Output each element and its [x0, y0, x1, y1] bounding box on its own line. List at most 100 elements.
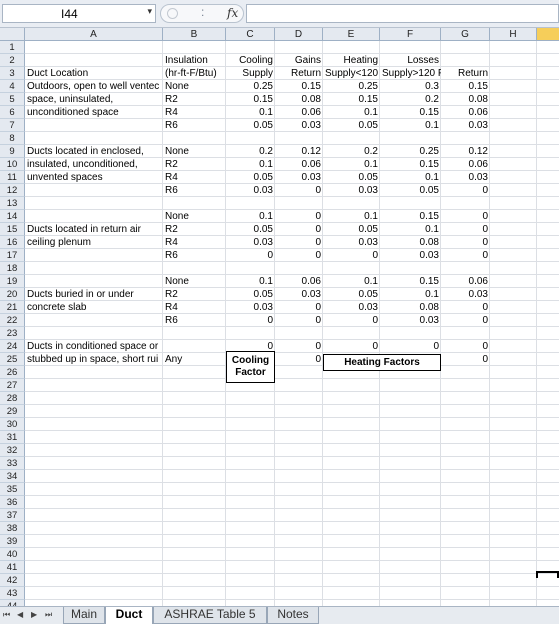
row-header-20[interactable]: 20: [0, 288, 25, 301]
row-header-25[interactable]: 25: [0, 353, 25, 366]
cell-g15[interactable]: 0: [441, 223, 490, 236]
cell-a15[interactable]: Ducts located in return air: [25, 223, 163, 236]
cell-g20[interactable]: 0.03: [441, 288, 490, 301]
row-header-29[interactable]: 29: [0, 405, 25, 418]
cell-f15[interactable]: 0.1: [380, 223, 441, 236]
cell-g24[interactable]: 0: [441, 340, 490, 353]
cell-e4[interactable]: 0.25: [323, 80, 380, 93]
cell-f19[interactable]: 0.15: [380, 275, 441, 288]
cell-e15[interactable]: 0.05: [323, 223, 380, 236]
cell-d10[interactable]: 0.06: [275, 158, 323, 171]
cell-b14[interactable]: None: [163, 210, 226, 223]
cell-d14[interactable]: 0: [275, 210, 323, 223]
cell-f7[interactable]: 0.1: [380, 119, 441, 132]
column-header-a[interactable]: A: [25, 28, 163, 41]
cell-a20[interactable]: Ducts buried in or under: [25, 288, 163, 301]
cell-f2[interactable]: Losses: [380, 54, 441, 67]
row-header-19[interactable]: 19: [0, 275, 25, 288]
cell-a5[interactable]: space, uninsulated,: [25, 93, 163, 106]
row-header-4[interactable]: 4: [0, 80, 25, 93]
cell-g9[interactable]: 0.12: [441, 145, 490, 158]
row-header-31[interactable]: 31: [0, 431, 25, 444]
cell-g10[interactable]: 0.06: [441, 158, 490, 171]
row-header-26[interactable]: 26: [0, 366, 25, 379]
cell-a24[interactable]: Ducts in conditioned space or: [25, 340, 163, 353]
row-header-13[interactable]: 13: [0, 197, 25, 210]
row-header-22[interactable]: 22: [0, 314, 25, 327]
worksheet-grid[interactable]: A B C D E F G H 1 2 3 4 5 6 7 8 9 10 11 12 13 14 15 16 17 18 19 20 2…: [0, 28, 559, 606]
cell-d11[interactable]: 0.03: [275, 171, 323, 184]
cell-d20[interactable]: 0.03: [275, 288, 323, 301]
cell-c20[interactable]: 0.05: [226, 288, 275, 301]
cooling-factor-button[interactable]: Cooling Factor: [226, 351, 275, 383]
cell-b15[interactable]: R2: [163, 223, 226, 236]
cell-d4[interactable]: 0.15: [275, 80, 323, 93]
row-header-28[interactable]: 28: [0, 392, 25, 405]
cell-d17[interactable]: 0: [275, 249, 323, 262]
cell-e24[interactable]: 0: [323, 340, 380, 353]
cell-c6[interactable]: 0.1: [226, 106, 275, 119]
cell-g25[interactable]: 0: [441, 353, 490, 366]
row-header-27[interactable]: 27: [0, 379, 25, 392]
cell-g14[interactable]: 0: [441, 210, 490, 223]
cell-c15[interactable]: 0.05: [226, 223, 275, 236]
row-header-16[interactable]: 16: [0, 236, 25, 249]
row-header-39[interactable]: 39: [0, 535, 25, 548]
cell-g3[interactable]: Return: [441, 67, 490, 80]
cell-d6[interactable]: 0.06: [275, 106, 323, 119]
cell-c11[interactable]: 0.05: [226, 171, 275, 184]
cell-f5[interactable]: 0.2: [380, 93, 441, 106]
cell-d21[interactable]: 0: [275, 301, 323, 314]
cell-b16[interactable]: R4: [163, 236, 226, 249]
cell-a10[interactable]: insulated, unconditioned,: [25, 158, 163, 171]
row-header-7[interactable]: 7: [0, 119, 25, 132]
cell-e7[interactable]: 0.05: [323, 119, 380, 132]
cell-a6[interactable]: unconditioned space: [25, 106, 163, 119]
cell-c7[interactable]: 0.05: [226, 119, 275, 132]
row-header-40[interactable]: 40: [0, 548, 25, 561]
cell-g22[interactable]: 0: [441, 314, 490, 327]
cell-g5[interactable]: 0.08: [441, 93, 490, 106]
cell-f4[interactable]: 0.3: [380, 80, 441, 93]
cell-c19[interactable]: 0.1: [226, 275, 275, 288]
cell-f11[interactable]: 0.1: [380, 171, 441, 184]
row-header-2[interactable]: 2: [0, 54, 25, 67]
cell-c14[interactable]: 0.1: [226, 210, 275, 223]
cell-e11[interactable]: 0.05: [323, 171, 380, 184]
cell-f16[interactable]: 0.08: [380, 236, 441, 249]
last-sheet-icon[interactable]: ⏭: [45, 610, 52, 620]
prev-sheet-icon[interactable]: ◀: [17, 610, 23, 619]
row-header-8[interactable]: 8: [0, 132, 25, 145]
cell-d25[interactable]: 0: [275, 353, 323, 366]
cell-a4[interactable]: Outdoors, open to well ventec: [25, 80, 163, 93]
cell-f10[interactable]: 0.15: [380, 158, 441, 171]
cell-b7[interactable]: R6: [163, 119, 226, 132]
column-header-h[interactable]: H: [490, 28, 537, 41]
first-sheet-icon[interactable]: ⏮: [3, 610, 10, 620]
cell-b9[interactable]: None: [163, 145, 226, 158]
cell-g11[interactable]: 0.03: [441, 171, 490, 184]
column-header-g[interactable]: G: [441, 28, 490, 41]
cell-d24[interactable]: 0: [275, 340, 323, 353]
cell-e17[interactable]: 0: [323, 249, 380, 262]
cell-d3[interactable]: Return: [275, 67, 323, 80]
column-header-d[interactable]: D: [275, 28, 323, 41]
cell-e3[interactable]: Supply<120: [323, 67, 380, 80]
row-header-41[interactable]: 41: [0, 561, 25, 574]
cell-f22[interactable]: 0.03: [380, 314, 441, 327]
cell-d22[interactable]: 0: [275, 314, 323, 327]
cell-f14[interactable]: 0.15: [380, 210, 441, 223]
column-header-selected[interactable]: [537, 28, 559, 41]
cell-g4[interactable]: 0.15: [441, 80, 490, 93]
cancel-entry-icon[interactable]: [167, 8, 178, 19]
row-header-9[interactable]: 9: [0, 145, 25, 158]
cell-e9[interactable]: 0.2: [323, 145, 380, 158]
cell-b4[interactable]: None: [163, 80, 226, 93]
next-sheet-icon[interactable]: ▶: [31, 610, 37, 619]
cell-f20[interactable]: 0.1: [380, 288, 441, 301]
row-header-24[interactable]: 24: [0, 340, 25, 353]
cell-b22[interactable]: R6: [163, 314, 226, 327]
cell-a16[interactable]: ceiling plenum: [25, 236, 163, 249]
cell-d19[interactable]: 0.06: [275, 275, 323, 288]
cell-b5[interactable]: R2: [163, 93, 226, 106]
